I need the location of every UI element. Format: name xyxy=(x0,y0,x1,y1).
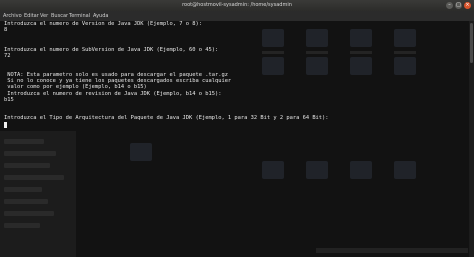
menu-ayuda[interactable]: Ayuda xyxy=(93,11,108,21)
menu-bar: Archivo Editar Ver Buscar Terminal Ayuda xyxy=(0,11,474,21)
text-cursor xyxy=(4,122,7,128)
menu-ver[interactable]: Ver xyxy=(40,11,48,21)
terminal-line: 72 xyxy=(4,53,11,60)
menu-terminal[interactable]: Terminal xyxy=(69,11,90,21)
terminal-line: Introduzca el numero de Version de Java … xyxy=(4,21,202,27)
scrollbar[interactable] xyxy=(469,21,474,257)
terminal-output[interactable]: Introduzca el numero de Version de Java … xyxy=(0,21,474,257)
terminal-line: b15 xyxy=(4,96,14,103)
terminal-line: Introduzca el numero de SubVersion de Ja… xyxy=(4,47,219,53)
title-bar[interactable]: root@hostmovil-sysadmin: /home/sysadmin … xyxy=(0,0,474,11)
window-title: root@hostmovil-sysadmin: /home/sysadmin xyxy=(182,2,292,8)
terminal-window: root@hostmovil-sysadmin: /home/sysadmin … xyxy=(0,0,474,257)
minimize-icon[interactable]: – xyxy=(446,2,453,9)
menu-editar[interactable]: Editar xyxy=(24,11,39,21)
scrollbar-thumb[interactable] xyxy=(470,23,473,63)
menu-archivo[interactable]: Archivo xyxy=(3,11,22,21)
terminal-line: Introduzca el numero de revision de Java… xyxy=(4,90,222,97)
menu-buscar[interactable]: Buscar xyxy=(51,11,68,21)
maximize-icon[interactable]: □ xyxy=(455,2,462,9)
terminal-line: Introduzca el Tipo de Arquitectura del P… xyxy=(4,115,329,122)
terminal-line: 8 xyxy=(4,27,8,34)
close-icon[interactable]: × xyxy=(464,2,471,9)
